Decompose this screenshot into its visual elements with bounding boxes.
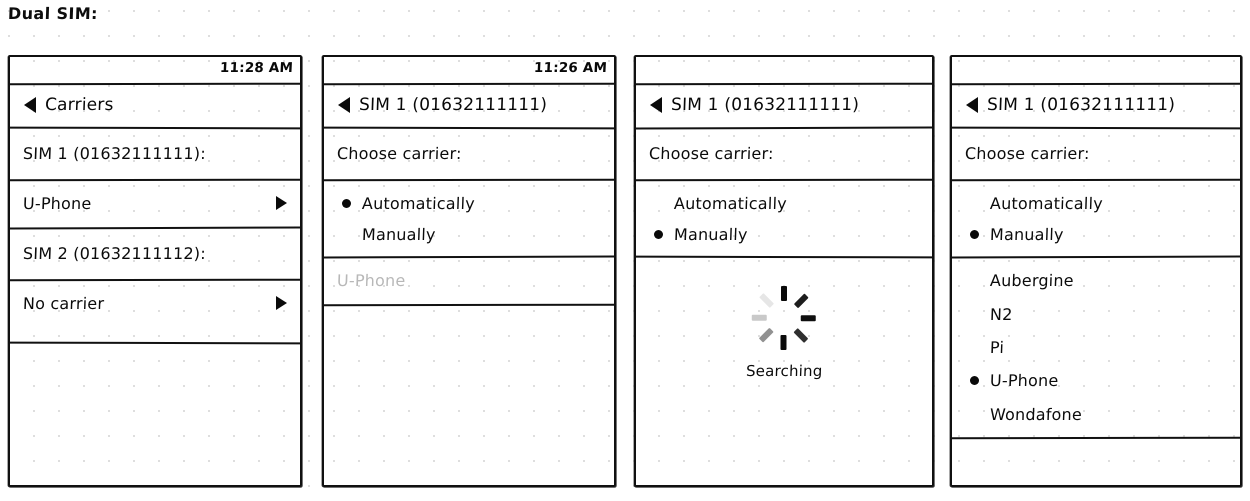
phone-frame-choose-searching: SIM 1 (01632111111) Choose carrier: Auto… [634, 55, 934, 487]
status-bar: 11:26 AM [324, 57, 614, 83]
divider [635, 178, 933, 182]
divider [635, 255, 933, 259]
sim1-carrier-row[interactable]: U-Phone [10, 179, 300, 227]
divider [951, 255, 1241, 259]
nav-bar: SIM 1 (01632111111) [324, 83, 614, 127]
radio-unselected-icon [970, 410, 979, 419]
radio-unselected-icon [654, 199, 663, 208]
back-triangle-icon[interactable] [650, 97, 662, 113]
nav-bar: Carriers [10, 83, 300, 127]
radio-unselected-icon [970, 276, 979, 285]
radio-unselected-icon [970, 199, 979, 208]
sim1-label: SIM 1 (01632111111): [22, 143, 207, 163]
carrier-label: Wondafone [989, 404, 1083, 424]
radio-unselected-icon [970, 343, 979, 352]
sim2-carrier-row[interactable]: No carrier [10, 279, 300, 327]
radio-unselected-icon [342, 230, 351, 239]
divider [951, 436, 1241, 440]
section-label-row: Choose carrier: [952, 127, 1240, 179]
phone-frame-choose-automatic: 11:26 AM SIM 1 (01632111111) Choose carr… [322, 55, 616, 487]
back-triangle-icon[interactable] [966, 97, 978, 113]
sim2-label-row: SIM 2 (01632111112): [10, 227, 300, 279]
nav-bar: SIM 1 (01632111111) [636, 83, 932, 127]
carrier-label: Pi [989, 337, 1005, 357]
phone-frame-carriers: 11:28 AM Carriers SIM 1 (01632111111): U… [8, 55, 302, 487]
carrier-label: U-Phone [989, 370, 1059, 390]
option-manually[interactable]: Manually [636, 220, 932, 248]
divider [951, 178, 1241, 182]
choose-carrier-label: Choose carrier: [336, 143, 462, 163]
option-automatically[interactable]: Automatically [324, 189, 614, 217]
option-label: Manually [361, 224, 436, 244]
radio-selected-icon [970, 229, 979, 239]
back-triangle-icon[interactable] [338, 97, 350, 113]
radio-selected-icon [970, 375, 979, 385]
status-bar [952, 57, 1240, 83]
back-triangle-icon[interactable] [24, 97, 36, 113]
status-bar-clock: 11:28 AM [219, 60, 294, 76]
nav-title: SIM 1 (01632111111) [358, 95, 548, 115]
searching-label: Searching [745, 362, 823, 380]
carrier-option-aubergine[interactable]: Aubergine [952, 266, 1240, 294]
selected-carrier-value: U-Phone [336, 270, 406, 290]
page-title: Dual SIM: [7, 4, 99, 23]
status-bar: 11:28 AM [10, 57, 300, 83]
nav-title: SIM 1 (01632111111) [670, 95, 860, 115]
section-label-row: Choose carrier: [324, 127, 614, 179]
option-label: Manually [989, 224, 1064, 244]
carrier-label: N2 [989, 304, 1013, 324]
carrier-option-n2[interactable]: N2 [952, 300, 1240, 328]
option-label: Automatically [673, 193, 788, 213]
carrier-option-u-phone[interactable]: U-Phone [952, 366, 1240, 394]
chevron-right-icon [276, 296, 287, 310]
nav-bar: SIM 1 (01632111111) [952, 83, 1240, 127]
option-manually[interactable]: Manually [324, 220, 614, 248]
divider [9, 341, 301, 345]
chevron-right-icon [276, 196, 287, 210]
radio-unselected-icon [970, 310, 979, 319]
phone-frame-choose-results: SIM 1 (01632111111) Choose carrier: Auto… [950, 55, 1242, 487]
loading-spinner-icon [745, 279, 823, 357]
sim1-label-row: SIM 1 (01632111111): [10, 127, 300, 179]
choose-carrier-label: Choose carrier: [648, 143, 774, 163]
radio-selected-icon [342, 198, 351, 208]
carrier-option-wondafone[interactable]: Wondafone [952, 400, 1240, 428]
nav-title: SIM 1 (01632111111) [986, 95, 1176, 115]
searching-indicator: Searching [636, 279, 932, 380]
divider [323, 178, 615, 182]
section-label-row: Choose carrier: [636, 127, 932, 179]
divider [323, 303, 615, 307]
option-automatically[interactable]: Automatically [636, 189, 932, 217]
carrier-option-pi[interactable]: Pi [952, 333, 1240, 361]
option-label: Automatically [361, 193, 476, 213]
carrier-label: Aubergine [989, 270, 1075, 290]
option-label: Automatically [989, 193, 1104, 213]
option-manually[interactable]: Manually [952, 220, 1240, 248]
radio-selected-icon [654, 229, 663, 239]
choose-carrier-label: Choose carrier: [964, 143, 1090, 163]
status-bar [636, 57, 932, 83]
sim1-carrier-value: U-Phone [22, 193, 92, 213]
option-label: Manually [673, 224, 748, 244]
sim2-carrier-value: No carrier [22, 293, 105, 313]
option-automatically[interactable]: Automatically [952, 189, 1240, 217]
selected-carrier-row: U-Phone [324, 256, 614, 304]
status-bar-clock: 11:26 AM [533, 60, 608, 76]
nav-title: Carriers [44, 95, 114, 115]
sim2-label: SIM 2 (01632111112): [22, 243, 207, 263]
